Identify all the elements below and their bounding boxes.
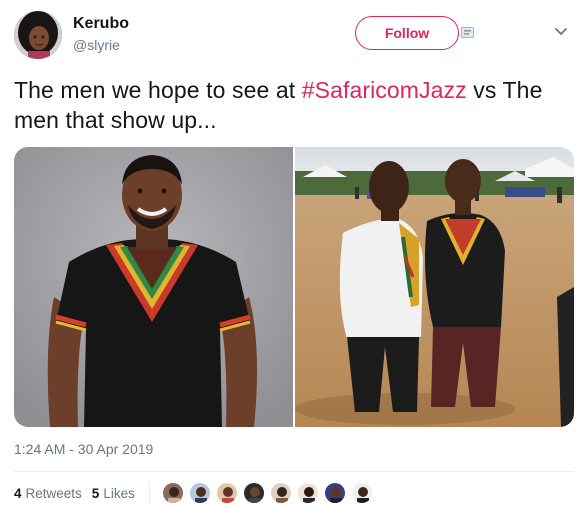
hashtag-link[interactable]: #SafaricomJazz	[302, 77, 467, 103]
photo-right[interactable]	[295, 147, 574, 427]
photo-left[interactable]	[14, 147, 293, 427]
likes-label: Likes	[103, 485, 135, 501]
likers-avatars	[161, 482, 378, 504]
tweet-stats: 4 Retweets 5 Likes	[14, 480, 378, 506]
tweet-text: The men we hope to see at #SafaricomJazz…	[14, 75, 579, 135]
tweet-text-before: The men we hope to see at	[14, 77, 302, 103]
tweet-card: Kerubo @slyrie Follow The men we hope to…	[0, 0, 585, 506]
liker-avatar[interactable]	[296, 482, 319, 504]
retweets-label: Retweets	[25, 485, 82, 501]
tweet-timestamp[interactable]: 1:24 AM - 30 Apr 2019	[14, 441, 153, 457]
liker-avatar[interactable]	[242, 482, 265, 504]
liker-avatar[interactable]	[350, 482, 373, 504]
liker-avatar[interactable]	[188, 482, 211, 504]
user-handle[interactable]: @slyrie	[73, 37, 120, 53]
stats-separator	[148, 482, 150, 504]
chevron-down-icon[interactable]	[554, 27, 568, 37]
retweets-count: 4	[14, 485, 22, 501]
avatar[interactable]	[14, 11, 62, 59]
liker-avatar[interactable]	[215, 482, 238, 504]
liker-avatar[interactable]	[269, 482, 292, 504]
badge-icon	[461, 27, 474, 38]
divider	[14, 471, 574, 472]
liker-avatar[interactable]	[161, 482, 184, 504]
retweets-stat[interactable]: 4 Retweets	[14, 486, 82, 501]
media-grid	[14, 147, 574, 427]
display-name[interactable]: Kerubo	[73, 15, 129, 33]
follow-button[interactable]: Follow	[355, 16, 459, 50]
likes-stat[interactable]: 5 Likes	[92, 486, 135, 501]
liker-avatar[interactable]	[323, 482, 346, 504]
likes-count: 5	[91, 485, 100, 501]
